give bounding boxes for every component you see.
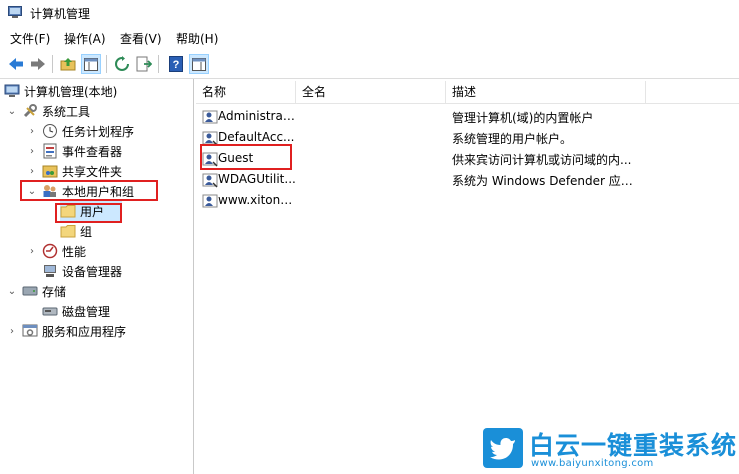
table-row[interactable]: www.xitong... bbox=[196, 190, 739, 211]
tree-item-disk-management[interactable]: 磁盘管理 bbox=[42, 301, 110, 321]
chevron-down-icon[interactable]: ⌄ bbox=[6, 106, 18, 117]
user-account-icon bbox=[202, 151, 218, 167]
chevron-down-icon[interactable]: ⌄ bbox=[26, 186, 38, 197]
storage-icon bbox=[22, 283, 38, 299]
menu-bar: 文件(F) 操作(A) 查看(V) 帮助(H) bbox=[0, 28, 739, 48]
svg-text:?: ? bbox=[173, 59, 180, 71]
watermark: 白云一键重装系统 www.baiyunxitong.com bbox=[483, 428, 736, 472]
chevron-right-icon[interactable]: › bbox=[26, 146, 38, 157]
toolbar-separator bbox=[106, 55, 107, 73]
user-account-icon bbox=[202, 193, 218, 209]
column-header-name[interactable]: 名称 bbox=[196, 81, 296, 103]
navigation-tree: 计算机管理(本地) ⌄ 系统工具 › 任务计划程序 › 事件查看器 › 共享文件… bbox=[0, 79, 194, 474]
tree-item-device-manager[interactable]: 设备管理器 bbox=[42, 261, 122, 281]
tree-item-local-users-and-groups[interactable]: ⌄ 本地用户和组 bbox=[26, 181, 134, 201]
refresh-icon[interactable] bbox=[112, 54, 132, 74]
disk-icon bbox=[42, 303, 58, 319]
device-manager-icon bbox=[42, 263, 58, 279]
table-row[interactable]: Guest 供来宾访问计算机或访问域的内... bbox=[196, 148, 739, 169]
tree-item-services-and-applications[interactable]: › 服务和应用程序 bbox=[6, 321, 126, 341]
title-bar: 计算机管理 bbox=[0, 0, 739, 26]
tree-item-groups[interactable]: 组 bbox=[60, 221, 92, 241]
folder-icon bbox=[60, 203, 76, 219]
back-icon[interactable] bbox=[6, 54, 26, 74]
tree-item-shared-folders[interactable]: › 共享文件夹 bbox=[26, 161, 122, 181]
event-log-icon bbox=[42, 143, 58, 159]
user-account-icon bbox=[202, 172, 218, 188]
users-group-icon bbox=[42, 183, 58, 199]
folder-icon bbox=[60, 223, 76, 239]
chevron-right-icon[interactable]: › bbox=[26, 166, 38, 177]
tree-item-task-scheduler[interactable]: › 任务计划程序 bbox=[26, 121, 134, 141]
column-header-full-name[interactable]: 全名 bbox=[296, 81, 446, 103]
menu-view[interactable]: 查看(V) bbox=[120, 30, 162, 47]
tree-item-storage[interactable]: ⌄ 存储 bbox=[6, 281, 66, 301]
table-row[interactable]: Administrat... 管理计算机(域)的内置帐户 bbox=[196, 106, 739, 127]
services-icon bbox=[22, 323, 38, 339]
window-title: 计算机管理 bbox=[30, 7, 91, 21]
list-header: 名称 全名 描述 bbox=[196, 81, 739, 104]
user-list: 名称 全名 描述 Administrat... 管理计算机(域)的内置帐户 De… bbox=[196, 79, 739, 474]
forward-icon[interactable] bbox=[28, 54, 48, 74]
computer-management-icon bbox=[8, 6, 22, 19]
shared-folder-icon bbox=[42, 163, 58, 179]
user-account-icon bbox=[202, 109, 218, 125]
watermark-url: www.baiyunxitong.com bbox=[531, 458, 654, 469]
user-account-icon bbox=[202, 130, 218, 146]
up-folder-icon[interactable] bbox=[58, 54, 78, 74]
table-row[interactable]: WDAGUtilit... 系统为 Windows Defender 应用... bbox=[196, 169, 739, 190]
clock-icon bbox=[42, 123, 58, 139]
tree-item-users[interactable]: 用户 bbox=[60, 201, 122, 221]
performance-icon bbox=[42, 243, 58, 259]
properties-icon[interactable] bbox=[189, 54, 209, 74]
table-row[interactable]: DefaultAcc... 系统管理的用户帐户。 bbox=[196, 127, 739, 148]
menu-file[interactable]: 文件(F) bbox=[10, 30, 50, 47]
tree-item-computer-management-local[interactable]: 计算机管理(本地) bbox=[4, 81, 117, 101]
export-list-icon[interactable] bbox=[134, 54, 154, 74]
menu-help[interactable]: 帮助(H) bbox=[176, 30, 218, 47]
toolbar: ? bbox=[0, 50, 739, 79]
tree-item-event-viewer[interactable]: › 事件查看器 bbox=[26, 141, 122, 161]
show-hide-tree-icon[interactable] bbox=[81, 54, 101, 74]
tree-item-system-tools[interactable]: ⌄ 系统工具 bbox=[6, 101, 90, 121]
computer-management-icon bbox=[4, 83, 20, 99]
watermark-title: 白云一键重装系统 bbox=[529, 431, 738, 460]
help-icon[interactable]: ? bbox=[166, 54, 186, 74]
chevron-right-icon[interactable]: › bbox=[26, 126, 38, 137]
toolbar-separator bbox=[158, 55, 159, 73]
chevron-right-icon[interactable]: › bbox=[26, 246, 38, 257]
tree-item-performance[interactable]: › 性能 bbox=[26, 241, 86, 261]
menu-action[interactable]: 操作(A) bbox=[64, 30, 106, 47]
toolbar-separator bbox=[52, 55, 53, 73]
tools-icon bbox=[22, 103, 38, 119]
chevron-right-icon[interactable]: › bbox=[6, 326, 18, 337]
bird-logo-icon bbox=[483, 428, 523, 468]
column-header-description[interactable]: 描述 bbox=[446, 81, 646, 103]
chevron-down-icon[interactable]: ⌄ bbox=[6, 286, 18, 297]
